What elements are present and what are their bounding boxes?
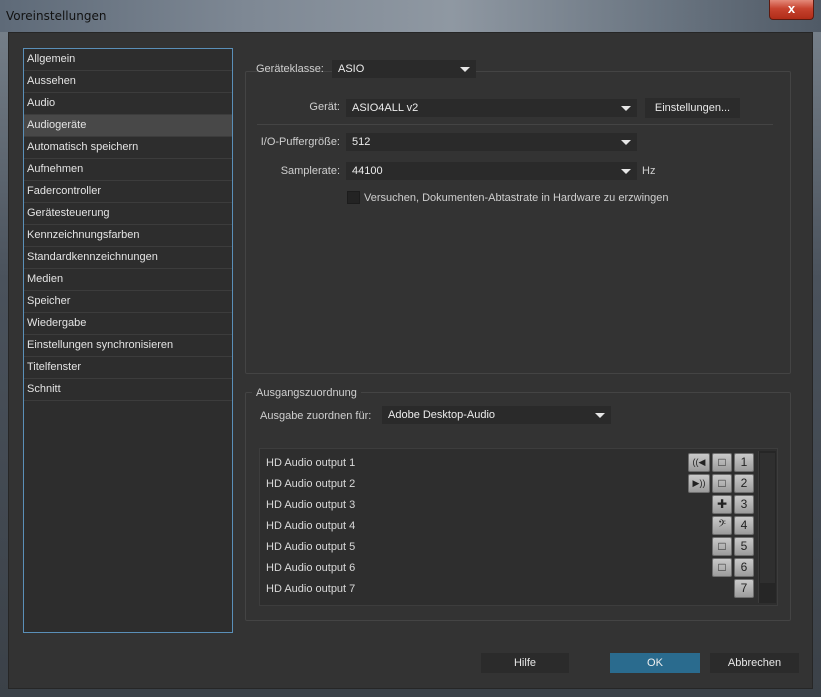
output-channel-number[interactable]: 2 <box>734 474 754 493</box>
output-list-scrollbar[interactable] <box>758 451 776 603</box>
preferences-sidebar: Allgemein Aussehen Audio Audiogeräte Automat… <box>23 48 233 633</box>
map-output-dropdown[interactable]: Adobe Desktop-Audio <box>382 406 611 424</box>
help-button[interactable]: Hilfe <box>481 653 569 673</box>
sidebar-item-audio[interactable]: Audio <box>24 93 232 115</box>
buffer-size-label: I/O-Puffergröße: <box>260 136 340 148</box>
dialog-client-area: Allgemein Aussehen Audio Audiogeräte Automat… <box>8 32 813 689</box>
sidebar-item-einstellungen-synchronisieren[interactable]: Einstellungen synchronisieren <box>24 335 232 357</box>
title-bar[interactable]: Voreinstellungen x <box>0 0 821 32</box>
sidebar-item-allgemein[interactable]: Allgemein <box>24 49 232 71</box>
samplerate-dropdown[interactable]: 44100 <box>346 162 637 180</box>
window-title: Voreinstellungen <box>6 9 107 23</box>
device-label: Gerät: <box>309 101 340 113</box>
chevron-down-icon <box>621 140 631 145</box>
sidebar-item-standardkennzeichnungen[interactable]: Standardkennzeichnungen <box>24 247 232 269</box>
mono-icon[interactable]: □ <box>712 474 732 493</box>
sidebar-item-speicher[interactable]: Speicher <box>24 291 232 313</box>
output-label: HD Audio output 4 <box>266 520 356 532</box>
output-row: HD Audio output 5 5 □ <box>260 537 756 558</box>
sidebar-item-aussehen[interactable]: Aussehen <box>24 71 232 93</box>
ok-button[interactable]: OK <box>610 653 700 673</box>
sidebar-item-schnitt[interactable]: Schnitt <box>24 379 232 401</box>
output-label: HD Audio output 6 <box>266 562 356 574</box>
mono-icon[interactable]: □ <box>712 453 732 472</box>
sidebar-item-aufnehmen[interactable]: Aufnehmen <box>24 159 232 181</box>
device-settings-button[interactable]: Einstellungen... <box>645 98 740 118</box>
chevron-down-icon <box>621 169 631 174</box>
divider <box>257 124 773 125</box>
sidebar-item-kennzeichnungsfarben[interactable]: Kennzeichnungsfarben <box>24 225 232 247</box>
buffer-size-dropdown[interactable]: 512 <box>346 133 637 151</box>
map-output-value: Adobe Desktop-Audio <box>388 409 496 421</box>
output-channel-number[interactable]: 3 <box>734 495 754 514</box>
output-channel-number[interactable]: 7 <box>734 579 754 598</box>
sidebar-item-geraetesteuerung[interactable]: Gerätesteuerung <box>24 203 232 225</box>
output-row: HD Audio output 1 1 □ ((◀ <box>260 453 756 474</box>
output-label: HD Audio output 2 <box>266 478 356 490</box>
output-label: HD Audio output 1 <box>266 457 356 469</box>
map-output-label: Ausgabe zuordnen für: <box>260 410 372 422</box>
samplerate-value: 44100 <box>352 165 383 177</box>
output-row: HD Audio output 4 4 𝄢 <box>260 516 756 537</box>
mono-icon[interactable]: □ <box>712 558 732 577</box>
scrollbar-thumb[interactable] <box>760 453 775 583</box>
sidebar-item-wiedergabe[interactable]: Wiedergabe <box>24 313 232 335</box>
chevron-down-icon <box>595 413 605 418</box>
output-channel-number[interactable]: 5 <box>734 537 754 556</box>
output-channel-number[interactable]: 4 <box>734 516 754 535</box>
samplerate-unit: Hz <box>642 165 656 177</box>
sidebar-item-medien[interactable]: Medien <box>24 269 232 291</box>
force-samplerate-checkbox[interactable] <box>347 191 360 204</box>
output-channel-number[interactable]: 6 <box>734 558 754 577</box>
lfe-bass-clef-icon[interactable]: 𝄢 <box>712 516 732 535</box>
sidebar-item-fadercontroller[interactable]: Fadercontroller <box>24 181 232 203</box>
output-mapping-title: Ausgangszuordnung <box>252 387 361 399</box>
sidebar-item-automatisch-speichern[interactable]: Automatisch speichern <box>24 137 232 159</box>
output-row: HD Audio output 3 3 ✚ <box>260 495 756 516</box>
center-icon[interactable]: ✚ <box>712 495 732 514</box>
output-label: HD Audio output 7 <box>266 583 356 595</box>
output-row: HD Audio output 6 6 □ <box>260 558 756 579</box>
mono-icon[interactable]: □ <box>712 537 732 556</box>
cancel-button[interactable]: Abbrechen <box>710 653 799 673</box>
device-dropdown[interactable]: ASIO4ALL v2 <box>346 99 637 117</box>
device-class-dropdown[interactable]: ASIO <box>332 60 476 78</box>
output-label: HD Audio output 5 <box>266 541 356 553</box>
device-value: ASIO4ALL v2 <box>352 102 419 114</box>
samplerate-label: Samplerate: <box>280 165 340 177</box>
speaker-right-icon[interactable]: ▶)) <box>688 474 710 493</box>
chevron-down-icon <box>621 106 631 111</box>
device-class-value: ASIO <box>338 63 365 75</box>
output-row: HD Audio output 7 7 <box>260 579 756 600</box>
close-button[interactable]: x <box>769 0 814 20</box>
device-class-label: Geräteklasse: <box>256 63 324 75</box>
buffer-size-value: 512 <box>352 136 371 148</box>
output-row: HD Audio output 2 2 □ ▶)) <box>260 474 756 495</box>
speaker-left-icon[interactable]: ((◀ <box>688 453 710 472</box>
force-samplerate-label[interactable]: Versuchen, Dokumenten-Abtastrate in Hard… <box>364 192 669 204</box>
sidebar-item-titelfenster[interactable]: Titelfenster <box>24 357 232 379</box>
sidebar-item-audiogeraete[interactable]: Audiogeräte <box>24 115 232 137</box>
output-label: HD Audio output 3 <box>266 499 356 511</box>
output-list: HD Audio output 1 1 □ ((◀ HD Audio output 22… <box>259 448 778 606</box>
output-channel-number[interactable]: 1 <box>734 453 754 472</box>
chevron-down-icon <box>460 67 470 72</box>
